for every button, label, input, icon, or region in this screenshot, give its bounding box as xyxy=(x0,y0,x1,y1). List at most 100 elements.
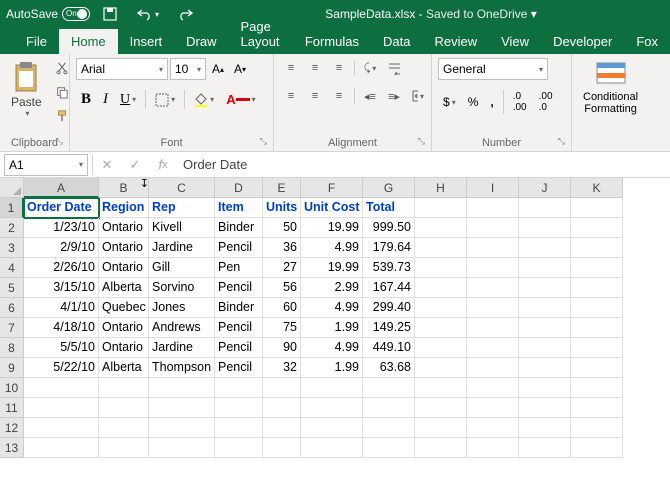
cell[interactable]: 75 xyxy=(263,318,301,338)
cell[interactable] xyxy=(519,298,571,318)
cell[interactable]: 449.10 xyxy=(363,338,415,358)
cell[interactable] xyxy=(519,278,571,298)
border-icon[interactable]: ▾ xyxy=(150,88,180,111)
save-icon[interactable] xyxy=(98,4,122,24)
underline-button[interactable]: U▾ xyxy=(115,88,141,111)
cell[interactable] xyxy=(415,258,467,278)
cell[interactable]: Jardine xyxy=(149,238,215,258)
decrease-indent-icon[interactable]: ◂≡ xyxy=(359,86,381,106)
cell[interactable] xyxy=(467,258,519,278)
cell[interactable] xyxy=(301,438,363,458)
cell[interactable] xyxy=(571,258,623,278)
cell[interactable] xyxy=(263,398,301,418)
cell[interactable]: 167.44 xyxy=(363,278,415,298)
cell[interactable] xyxy=(99,438,149,458)
cell[interactable] xyxy=(24,418,99,438)
cell[interactable] xyxy=(149,438,215,458)
font-size-select[interactable]: 10▾ xyxy=(170,58,206,80)
cell[interactable] xyxy=(24,378,99,398)
cell[interactable]: Binder xyxy=(215,298,263,318)
cell[interactable]: 36 xyxy=(263,238,301,258)
cell[interactable]: Binder xyxy=(215,218,263,238)
col-header-A[interactable]: A xyxy=(24,178,99,198)
cell[interactable]: 1/23/10 xyxy=(24,218,99,238)
cell[interactable] xyxy=(215,438,263,458)
cell[interactable] xyxy=(467,238,519,258)
align-top-icon[interactable]: ≡ xyxy=(280,58,302,78)
name-box[interactable]: A1▾ xyxy=(4,154,88,176)
cell[interactable] xyxy=(519,218,571,238)
cell[interactable] xyxy=(519,338,571,358)
cell[interactable]: Thompson xyxy=(149,358,215,378)
col-header-K[interactable]: K xyxy=(571,178,623,198)
tab-developer[interactable]: Developer xyxy=(541,29,624,54)
paste-button[interactable]: Paste▾ xyxy=(6,58,47,121)
cell[interactable]: Quebec xyxy=(99,298,149,318)
cell[interactable]: Units xyxy=(263,198,301,218)
cell[interactable] xyxy=(149,378,215,398)
number-format-select[interactable]: General▾ xyxy=(438,58,548,80)
cell[interactable] xyxy=(301,398,363,418)
cell[interactable] xyxy=(467,338,519,358)
col-header-J[interactable]: J xyxy=(519,178,571,198)
cell[interactable] xyxy=(415,438,467,458)
cell[interactable]: Pencil xyxy=(215,238,263,258)
tab-file[interactable]: File xyxy=(14,29,59,54)
cell[interactable]: Jardine xyxy=(149,338,215,358)
row-header[interactable]: 1 xyxy=(0,198,24,218)
cell[interactable] xyxy=(519,198,571,218)
cell[interactable] xyxy=(215,418,263,438)
bold-button[interactable]: B xyxy=(76,88,96,111)
font-color-icon[interactable]: A▾ xyxy=(221,88,260,111)
cell[interactable]: 5/5/10 xyxy=(24,338,99,358)
cell[interactable] xyxy=(363,438,415,458)
cell[interactable]: 27 xyxy=(263,258,301,278)
col-header-G[interactable]: G xyxy=(363,178,415,198)
cell[interactable]: Ontario xyxy=(99,338,149,358)
comma-format-icon[interactable]: , xyxy=(485,88,498,116)
col-header-F[interactable]: F xyxy=(301,178,363,198)
formula-input[interactable] xyxy=(177,154,670,176)
font-name-select[interactable]: Arial▾ xyxy=(76,58,168,80)
cell[interactable] xyxy=(519,318,571,338)
cell[interactable]: 2/9/10 xyxy=(24,238,99,258)
cell[interactable]: Pencil xyxy=(215,278,263,298)
col-header-E[interactable]: E xyxy=(263,178,301,198)
cell[interactable] xyxy=(519,238,571,258)
cell[interactable]: Kivell xyxy=(149,218,215,238)
cell[interactable] xyxy=(571,198,623,218)
cell[interactable] xyxy=(467,318,519,338)
cell[interactable] xyxy=(363,398,415,418)
cell[interactable]: 63.68 xyxy=(363,358,415,378)
row-header[interactable]: 11 xyxy=(0,398,24,418)
align-left-icon[interactable]: ≡ xyxy=(280,86,302,106)
accounting-format-icon[interactable]: $▾ xyxy=(438,88,461,116)
cell[interactable]: Ontario xyxy=(99,258,149,278)
cell[interactable] xyxy=(415,378,467,398)
cell[interactable]: 60 xyxy=(263,298,301,318)
cell[interactable] xyxy=(415,338,467,358)
cell[interactable] xyxy=(519,258,571,278)
fx-icon[interactable]: fx xyxy=(149,154,177,176)
cell[interactable]: 4/18/10 xyxy=(24,318,99,338)
fill-color-icon[interactable]: ▾ xyxy=(189,88,219,111)
cell[interactable] xyxy=(571,378,623,398)
cell[interactable] xyxy=(301,378,363,398)
cell[interactable] xyxy=(467,358,519,378)
cell[interactable] xyxy=(99,398,149,418)
cell[interactable]: 50 xyxy=(263,218,301,238)
cell[interactable] xyxy=(467,298,519,318)
row-header[interactable]: 10 xyxy=(0,378,24,398)
cell[interactable] xyxy=(415,398,467,418)
cell[interactable] xyxy=(215,378,263,398)
align-bottom-icon[interactable]: ≡ xyxy=(328,58,350,78)
cell[interactable]: Ontario xyxy=(99,238,149,258)
cell[interactable] xyxy=(263,378,301,398)
cell[interactable]: Pen xyxy=(215,258,263,278)
cell[interactable] xyxy=(415,218,467,238)
cell[interactable] xyxy=(467,398,519,418)
cell[interactable] xyxy=(571,238,623,258)
cell[interactable] xyxy=(415,278,467,298)
cell[interactable]: 1.99 xyxy=(301,318,363,338)
increase-indent-icon[interactable]: ≡▸ xyxy=(383,86,405,106)
